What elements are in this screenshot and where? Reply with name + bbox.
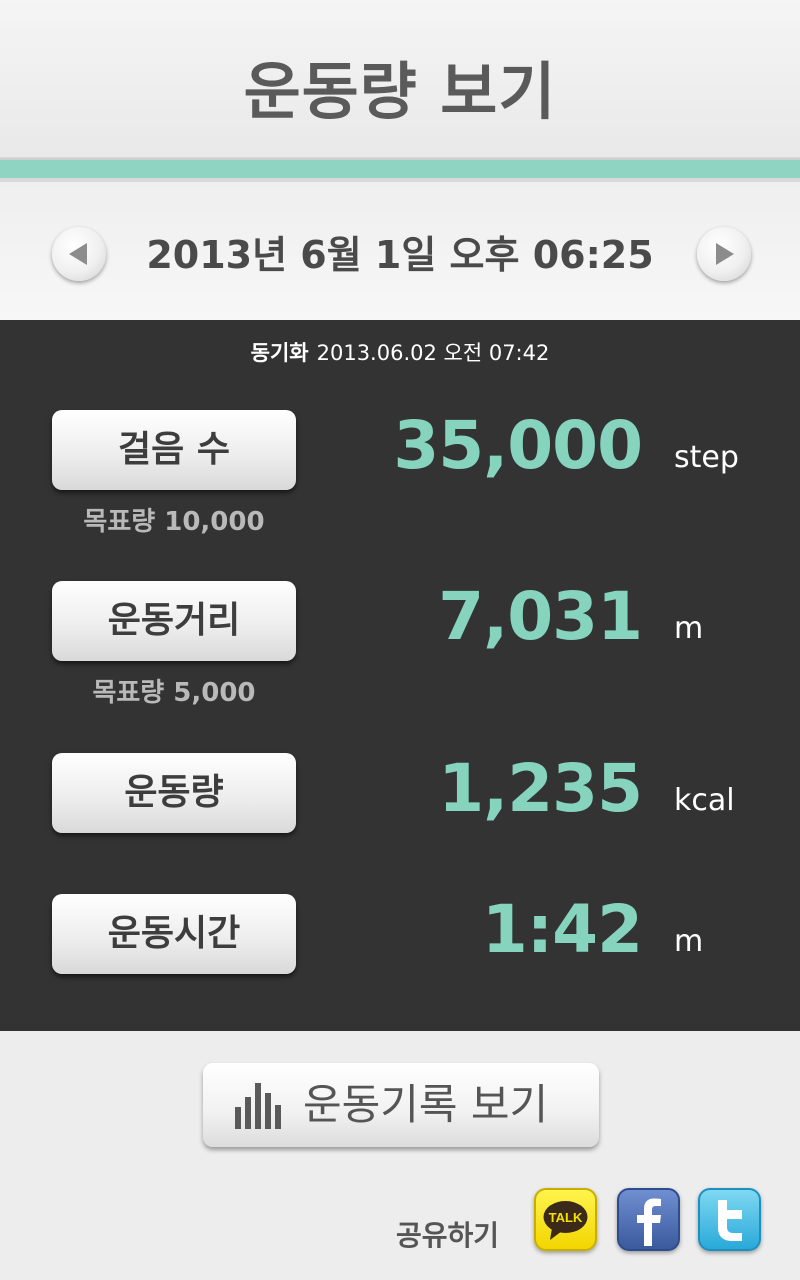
duration-button[interactable]: 운동시간: [52, 894, 296, 974]
current-date-time: 2013년 6월 1일 오후 06:25: [146, 233, 654, 277]
steps-button[interactable]: 걸음 수: [52, 410, 296, 490]
duration-unit: m: [674, 924, 704, 959]
calories-unit: kcal: [674, 783, 735, 818]
share-label: 공유하기: [396, 1219, 500, 1252]
kakaotalk-icon[interactable]: TALK: [534, 1188, 597, 1251]
distance-goal: 목표량 5,000: [92, 678, 256, 708]
twitter-t-icon: [718, 1200, 742, 1241]
metrics-panel: 동기화 2013.06.02 오전 07:42 걸음 수 목표량 10,000 3…: [0, 320, 800, 1031]
distance-unit: m: [674, 611, 704, 646]
header: 운동량 보기: [0, 0, 800, 158]
steps-goal: 목표량 10,000: [83, 507, 265, 537]
accent-band: [0, 158, 800, 182]
twitter-icon[interactable]: [698, 1188, 761, 1251]
triangle-left-icon: [69, 243, 87, 265]
kakaotalk-label: TALK: [549, 1210, 583, 1225]
triangle-right-icon: [716, 243, 734, 265]
view-history-label: 운동기록 보기: [303, 1080, 549, 1129]
bar-chart-icon: [235, 1083, 281, 1129]
facebook-icon[interactable]: [617, 1188, 680, 1251]
distance-value: 7,031: [438, 578, 643, 655]
steps-value: 35,000: [393, 407, 643, 484]
steps-unit: step: [674, 440, 739, 475]
kakaotalk-bubble-icon: TALK: [543, 1201, 588, 1240]
sync-label: 동기화: [250, 341, 309, 365]
sync-time: 2013.06.02 오전 07:42: [316, 341, 550, 365]
next-date-button[interactable]: [697, 227, 751, 281]
calories-value: 1,235: [438, 750, 643, 827]
sync-status: 동기화 2013.06.02 오전 07:42: [0, 338, 800, 368]
page-title: 운동량 보기: [243, 55, 557, 128]
date-navigation-bar: 2013년 6월 1일 오후 06:25: [0, 182, 800, 320]
duration-value: 1:42: [481, 891, 643, 968]
calories-button[interactable]: 운동량: [52, 753, 296, 833]
previous-date-button[interactable]: [52, 227, 106, 281]
distance-button[interactable]: 운동거리: [52, 581, 296, 661]
facebook-f-icon: [637, 1198, 661, 1246]
view-history-button[interactable]: 운동기록 보기: [203, 1063, 599, 1147]
